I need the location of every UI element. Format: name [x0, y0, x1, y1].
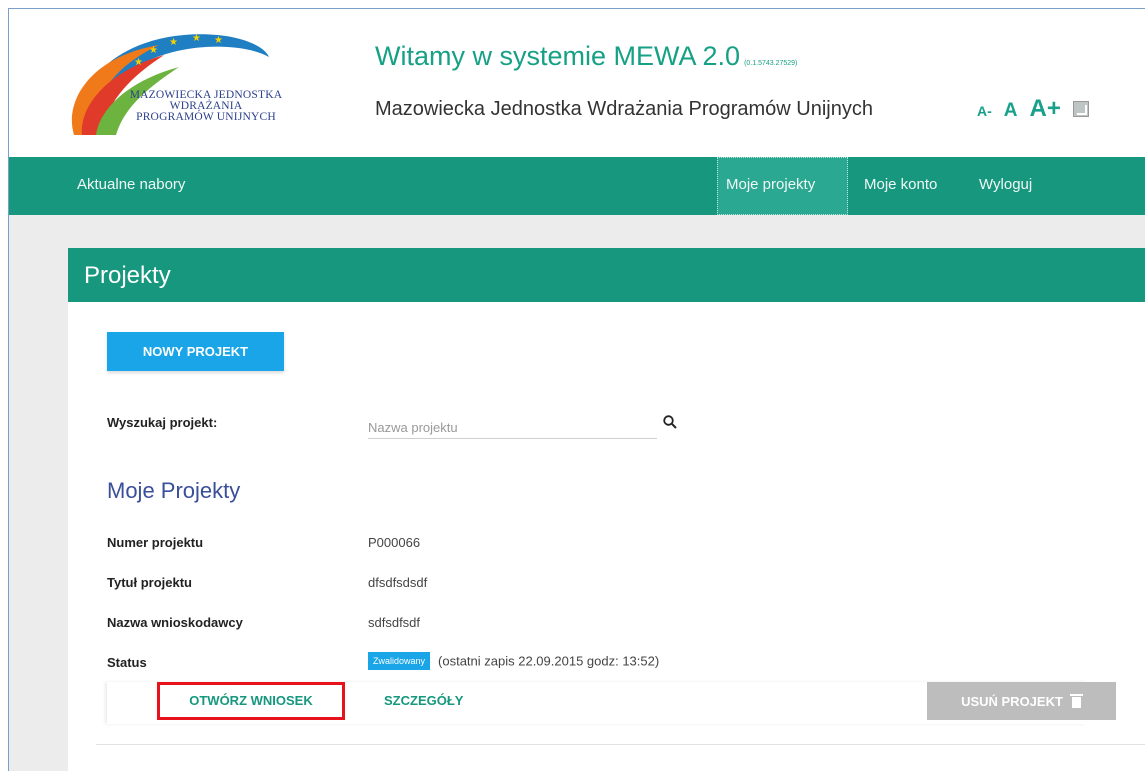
svg-text:★: ★: [214, 35, 223, 46]
new-project-button[interactable]: NOWY PROJEKT: [107, 332, 284, 371]
details-button[interactable]: SZCZEGÓŁY: [384, 693, 463, 708]
header: ★ ★ ★ ★ ★ MAZOWIECKA JEDNOSTKA WDRAŻANIA…: [9, 9, 1145, 157]
font-increase-button[interactable]: A+: [1030, 95, 1061, 123]
font-normal-button[interactable]: A: [1004, 100, 1018, 122]
browser-frame: ★ ★ ★ ★ ★ MAZOWIECKA JEDNOSTKA WDRAŻANIA…: [8, 8, 1145, 771]
status-value: Zwalidowany (ostatni zapis 22.09.2015 god…: [368, 652, 659, 670]
main-nav: Aktualne nabory Moje projekty Moje konto…: [9, 157, 1145, 215]
delete-project-label: USUŃ PROJEKT: [961, 693, 1063, 709]
search-label: Wyszukaj projekt:: [107, 415, 218, 430]
nav-my-projects[interactable]: Moje projekty: [726, 176, 815, 193]
applicant-name-value: sdfsdfsdf: [368, 615, 421, 630]
nav-logout[interactable]: Wyloguj: [979, 176, 1032, 193]
project-title-value: dfsdfsdsdf: [368, 575, 428, 590]
organization-name: Mazowiecka Jednostka Wdrażania Programów…: [375, 98, 873, 120]
page-title: Witamy w systemie MEWA 2.0 (0.1.5743.2752…: [375, 41, 797, 72]
panel-title: Projekty: [84, 262, 171, 289]
divider: [96, 744, 1145, 745]
panel-header: Projekty: [68, 248, 1145, 302]
projects-panel: Projekty NOWY PROJEKT Wyszukaj projekt: …: [68, 248, 1145, 771]
project-number-value: P000066: [368, 535, 421, 550]
svg-text:★: ★: [192, 33, 201, 44]
logo-line-3: PROGRAMÓW UNIJNYCH: [136, 111, 276, 123]
trash-icon: [1069, 694, 1083, 708]
status-label: Status: [107, 655, 147, 670]
status-badge: Zwalidowany: [368, 652, 431, 670]
applicant-name-label: Nazwa wnioskodawcy: [107, 615, 243, 630]
svg-text:★: ★: [169, 37, 178, 48]
font-decrease-button[interactable]: A-: [977, 103, 992, 119]
logo[interactable]: ★ ★ ★ ★ ★ MAZOWIECKA JEDNOSTKA WDRAŻANIA…: [64, 17, 294, 147]
search-icon[interactable]: [663, 415, 677, 429]
project-number-label: Numer projektu: [107, 535, 204, 550]
nav-current-calls[interactable]: Aktualne nabory: [77, 176, 185, 193]
logo-arcs-icon: ★ ★ ★ ★ ★: [71, 33, 269, 135]
search-input[interactable]: [368, 417, 657, 439]
project-actions: OTWÓRZ WNIOSEK SZCZEGÓŁY USUŃ PROJEKT: [107, 682, 1116, 724]
section-title: Moje Projekty: [107, 478, 241, 503]
version-label: (0.1.5743.27529): [744, 60, 798, 67]
svg-text:★: ★: [134, 57, 143, 68]
svg-text:★: ★: [149, 45, 158, 56]
project-title-label: Tytuł projektu: [107, 575, 192, 590]
page-title-text: Witamy w systemie MEWA 2.0: [375, 41, 741, 71]
status-note: (ostatni zapis 22.09.2015 godz: 13:52): [438, 653, 660, 669]
delete-project-button[interactable]: USUŃ PROJEKT: [927, 682, 1116, 720]
contrast-icon[interactable]: [1072, 101, 1089, 117]
nav-my-account[interactable]: Moje konto: [864, 176, 937, 193]
font-size-controls: A- A A+: [977, 95, 1089, 123]
open-application-button[interactable]: OTWÓRZ WNIOSEK: [157, 682, 345, 720]
logo-text: MAZOWIECKA JEDNOSTKA WDRAŻANIA PROGRAMÓW…: [126, 89, 286, 123]
